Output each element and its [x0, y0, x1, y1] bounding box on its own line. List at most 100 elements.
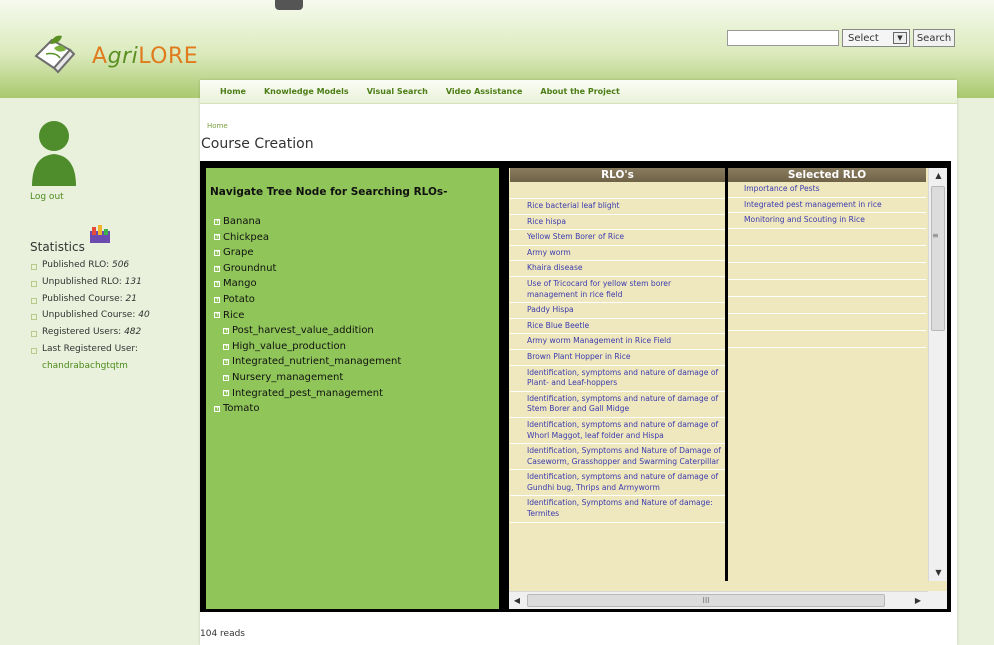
rlo-item[interactable]: Rice Blue Beetle	[510, 319, 725, 335]
tree-node-label[interactable]: Potato	[223, 292, 255, 308]
tree-node-rice[interactable]: + Rice	[214, 308, 401, 324]
tree-node-pest[interactable]: + Integrated_pest_management	[214, 386, 401, 402]
rlo-item[interactable]: Yellow Stem Borer of Rice	[510, 230, 725, 246]
scroll-left-arrow-icon[interactable]: ◀	[509, 592, 525, 609]
tree-node-label[interactable]: Groundnut	[223, 261, 276, 277]
selected-rlo-item[interactable]: Integrated pest management in rice	[728, 198, 926, 214]
expand-icon[interactable]: +	[223, 343, 229, 350]
tree-node-groundnut[interactable]: + Groundnut	[214, 261, 401, 277]
expand-icon[interactable]: +	[223, 327, 229, 334]
selected-rlo-item[interactable]: Importance of Pests	[728, 182, 926, 198]
tree-node-label[interactable]: Banana	[223, 214, 261, 230]
scroll-right-arrow-icon[interactable]: ▶	[910, 592, 926, 609]
rlo-item[interactable]: Identification, symptoms and nature of d…	[510, 470, 725, 497]
tree-node-post-harvest[interactable]: + Post_harvest_value_addition	[214, 323, 401, 339]
logo-letter-a: A	[92, 44, 108, 69]
statistics-list: Published RLO: 506 Unpublished RLO: 131 …	[30, 260, 150, 375]
rlo-item[interactable]: Identification, Symptoms and Nature of d…	[510, 496, 725, 523]
scroll-down-arrow-icon[interactable]: ▼	[929, 565, 947, 581]
tree-node-label[interactable]: Chickpea	[223, 230, 269, 246]
read-count: 104 reads	[200, 629, 245, 639]
tree-node-nursery[interactable]: + Nursery_management	[214, 370, 401, 386]
expand-icon[interactable]: +	[214, 296, 220, 303]
tree-node-potato[interactable]: + Potato	[214, 292, 401, 308]
expand-icon[interactable]: +	[223, 374, 229, 381]
collapse-icon[interactable]: +	[214, 312, 220, 319]
last-user-link[interactable]: chandrabachgtqtm	[42, 361, 128, 371]
course-creation-frame: Navigate Tree Node for Searching RLOs- +…	[200, 161, 951, 612]
last-user-row: chandrabachgtqtm	[30, 361, 150, 375]
expand-icon[interactable]: +	[223, 390, 229, 397]
tree-node-label[interactable]: Grape	[223, 245, 254, 261]
rlo-item[interactable]: Army worm	[510, 246, 725, 262]
horizontal-scrollbar[interactable]: ◀ III ▶	[509, 591, 947, 609]
stat-label: Unpublished Course:	[42, 310, 139, 321]
nav-visual-search[interactable]: Visual Search	[367, 87, 428, 96]
expand-icon[interactable]: +	[214, 405, 220, 412]
rlo-item[interactable]: Rice hispa	[510, 215, 725, 231]
stat-value: 40	[138, 310, 150, 321]
main-content: Home Knowledge Models Visual Search Vide…	[200, 80, 957, 645]
expand-icon[interactable]: +	[214, 234, 220, 241]
rlo-item[interactable]: Paddy Hispa	[510, 303, 725, 319]
tree-node-mango[interactable]: + Mango	[214, 276, 401, 292]
tree-node-label[interactable]: Post_harvest_value_addition	[232, 323, 374, 339]
selected-empty-row	[728, 263, 926, 280]
tree-node-high-value[interactable]: + High_value_production	[214, 339, 401, 355]
tree-node-banana[interactable]: + Banana	[214, 214, 401, 230]
stat-published-rlo: Published RLO: 506	[30, 260, 150, 277]
scroll-grip-icon: ≡	[932, 231, 939, 240]
rlo-item[interactable]: Army worm Management in Rice Field	[510, 334, 725, 350]
scroll-up-arrow-icon[interactable]: ▲	[929, 168, 947, 184]
stat-label: Published RLO:	[42, 260, 112, 270]
tree-node-tomato[interactable]: + Tomato	[214, 401, 401, 417]
search-button[interactable]: Search	[913, 29, 955, 47]
agrilore-logo[interactable]: AgriLORE	[30, 30, 198, 80]
tree-node-label[interactable]: Integrated_pest_management	[232, 386, 383, 402]
search-input[interactable]	[727, 30, 839, 46]
tree-node-nutrient[interactable]: + Integrated_nutrient_management	[214, 354, 401, 370]
tree-node-label[interactable]: Nursery_management	[232, 370, 343, 386]
nav-home[interactable]: Home	[220, 87, 246, 96]
selected-rlo-item[interactable]: Monitoring and Scouting in Rice	[728, 213, 926, 229]
rlo-item[interactable]: Identification, symptoms and nature of d…	[510, 392, 725, 418]
rlo-item[interactable]: Khaira disease	[510, 261, 725, 277]
rlo-item[interactable]: Identification, symptoms and nature of d…	[510, 366, 725, 392]
select-value: Select	[848, 32, 879, 44]
nav-about-project[interactable]: About the Project	[540, 87, 620, 96]
vertical-scrollbar[interactable]: ▲ ≡ ▼	[928, 168, 947, 581]
tree-node-label[interactable]: Integrated_nutrient_management	[232, 354, 401, 370]
chevron-down-icon[interactable]: ▼	[893, 32, 907, 44]
logout-link[interactable]: Log out	[30, 192, 64, 202]
rlo-item[interactable]: Identification, Symptoms and Nature of D…	[510, 444, 725, 471]
expand-icon[interactable]: +	[223, 359, 229, 366]
rlo-item[interactable]: Use of Tricocard for yellow stem borer m…	[510, 277, 725, 304]
rlo-item[interactable]: Brown Plant Hopper in Rice	[510, 350, 725, 366]
vertical-scroll-thumb[interactable]	[931, 186, 945, 331]
tree-panel: Navigate Tree Node for Searching RLOs- +…	[206, 168, 499, 609]
tree-node-chickpea[interactable]: + Chickpea	[214, 230, 401, 246]
expand-icon[interactable]: +	[214, 265, 220, 272]
stat-unpublished-rlo: Unpublished RLO: 131	[30, 277, 150, 294]
header-tab[interactable]	[275, 0, 303, 10]
main-nav: Home Knowledge Models Visual Search Vide…	[200, 80, 957, 104]
expand-icon[interactable]: +	[214, 281, 220, 288]
tree-node-label[interactable]: Rice	[223, 308, 244, 324]
tree-node-label[interactable]: Tomato	[223, 401, 259, 417]
stat-published-course: Published Course: 21	[30, 294, 150, 311]
statistics-heading: Statistics	[30, 240, 85, 254]
nav-video-assistance[interactable]: Video Assistance	[446, 87, 523, 96]
search-scope-select[interactable]: Select ▼	[842, 29, 910, 47]
nav-knowledge-models[interactable]: Knowledge Models	[264, 87, 349, 96]
user-avatar-icon	[28, 118, 80, 186]
tree-node-label[interactable]: Mango	[223, 276, 257, 292]
logo-text: AgriLORE	[92, 44, 198, 69]
breadcrumb[interactable]: Home	[207, 122, 228, 130]
rlo-item[interactable]: Rice bacterial leaf blight	[510, 199, 725, 215]
tree-node-grape[interactable]: + Grape	[214, 245, 401, 261]
rlo-item[interactable]: Identification, symptoms and nature of d…	[510, 418, 725, 445]
horizontal-scroll-thumb[interactable]: III	[527, 594, 885, 607]
expand-icon[interactable]: +	[214, 218, 220, 225]
expand-icon[interactable]: +	[214, 249, 220, 256]
tree-node-label[interactable]: High_value_production	[232, 339, 346, 355]
